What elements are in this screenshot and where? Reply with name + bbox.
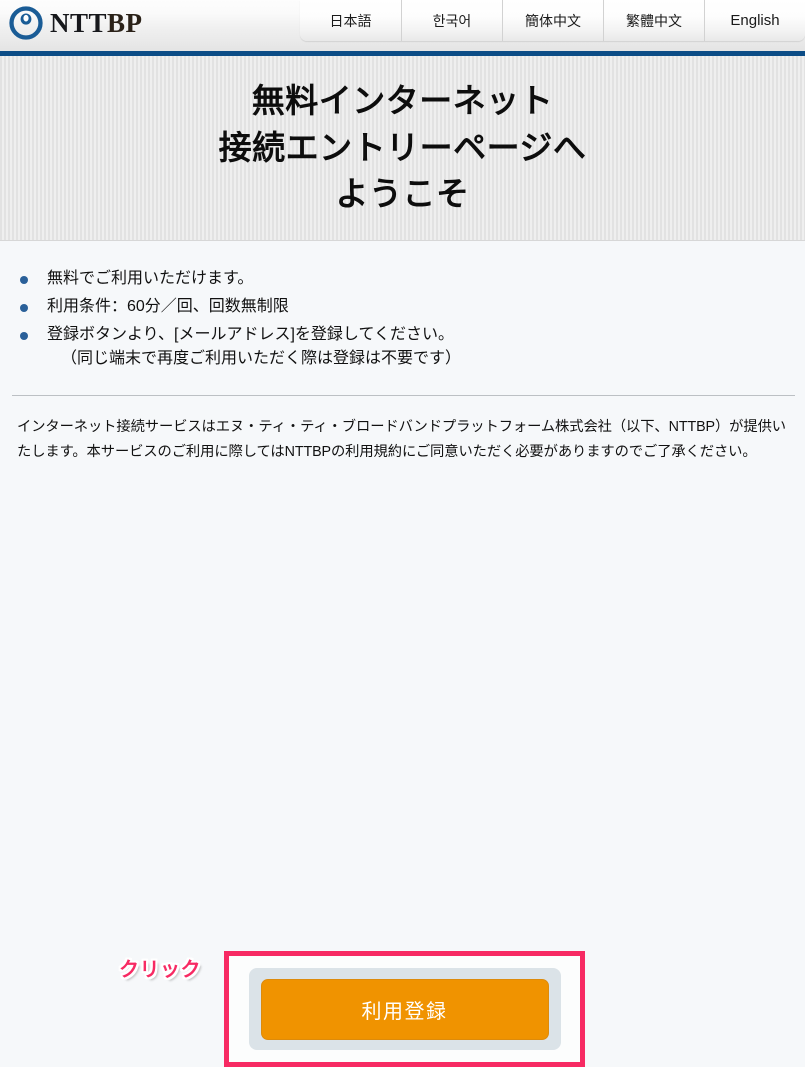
bullet-dot-icon: [20, 276, 28, 284]
bullet-dot-icon: [20, 331, 28, 340]
list-item: 利用条件：60分／回、回数無制限: [12, 295, 793, 320]
bullet-dot-icon: [20, 303, 28, 312]
list-item-text: 無料でご利用いただけます。: [47, 270, 254, 287]
register-button[interactable]: 利用登録: [260, 978, 549, 1040]
page-title-line-1: 無料インターネット: [251, 81, 554, 119]
language-tab-label: 한국어: [432, 12, 472, 29]
page-title-line-3: ようこそ: [335, 175, 470, 213]
feature-bullet-list: 無料でご利用いただけます。 利用条件：60分／回、回数無制限 登録ボタンより、[…: [12, 241, 793, 372]
language-tab-label: 日本語: [329, 12, 372, 29]
list-item: 登録ボタンより、[メールアドレス]を登録してください。 （同じ端末で再度ご利用い…: [12, 323, 793, 373]
hero-banner: 無料インターネット 接続エントリーページへ ようこそ: [0, 56, 805, 241]
nttbp-circle-logo-icon: [9, 6, 43, 40]
list-item-text: 登録ボタンより、[メールアドレス]を登録してください。: [47, 325, 454, 343]
language-tab-english[interactable]: English: [704, 0, 805, 41]
brand-wordmark-dark: NTT: [50, 7, 108, 38]
language-tab-japanese[interactable]: 日本語: [300, 0, 401, 41]
language-tab-korean[interactable]: 한국어: [401, 0, 502, 41]
brand-wordmark: NTTBP: [50, 7, 143, 38]
cta-highlight-frame: 利用登録: [224, 951, 585, 1067]
language-tab-traditional-chinese[interactable]: 繁體中文: [603, 0, 704, 41]
service-disclaimer-paragraph: インターネット接続サービスはエヌ・ティ・ティ・ブロードバンドプラットフォーム株式…: [17, 419, 786, 460]
language-tab-label: English: [730, 12, 780, 29]
list-item: 無料でご利用いただけます。: [12, 267, 793, 292]
page-title: 無料インターネット 接続エントリーページへ ようこそ: [219, 78, 587, 219]
cta-button-panel: 利用登録: [248, 968, 561, 1051]
cta-section: クリック 利用登録: [0, 464, 805, 1067]
site-header: NTTBP 日本語 한국어 簡体中文 繁體中文 English: [0, 0, 805, 51]
language-tab-simplified-chinese[interactable]: 簡体中文: [502, 0, 603, 41]
brand-logo[interactable]: NTTBP: [9, 6, 143, 40]
list-item-subtext: （同じ端末で再度ご利用いただく際は登録は不要です）: [61, 350, 462, 368]
language-tab-label: 簡体中文: [525, 12, 581, 29]
brand-wordmark-light: BP: [107, 7, 143, 38]
list-item-text: 利用条件：60分／回、回数無制限: [47, 297, 289, 315]
main-content: 無料でご利用いただけます。 利用条件：60分／回、回数無制限 登録ボタンより、[…: [0, 241, 805, 464]
language-tab-bar: 日本語 한국어 簡体中文 繁體中文 English: [300, 0, 805, 41]
page-title-line-2: 接続エントリーページへ: [218, 128, 587, 166]
language-tab-label: 繁體中文: [626, 12, 682, 29]
click-hint-label: クリック: [119, 959, 201, 982]
